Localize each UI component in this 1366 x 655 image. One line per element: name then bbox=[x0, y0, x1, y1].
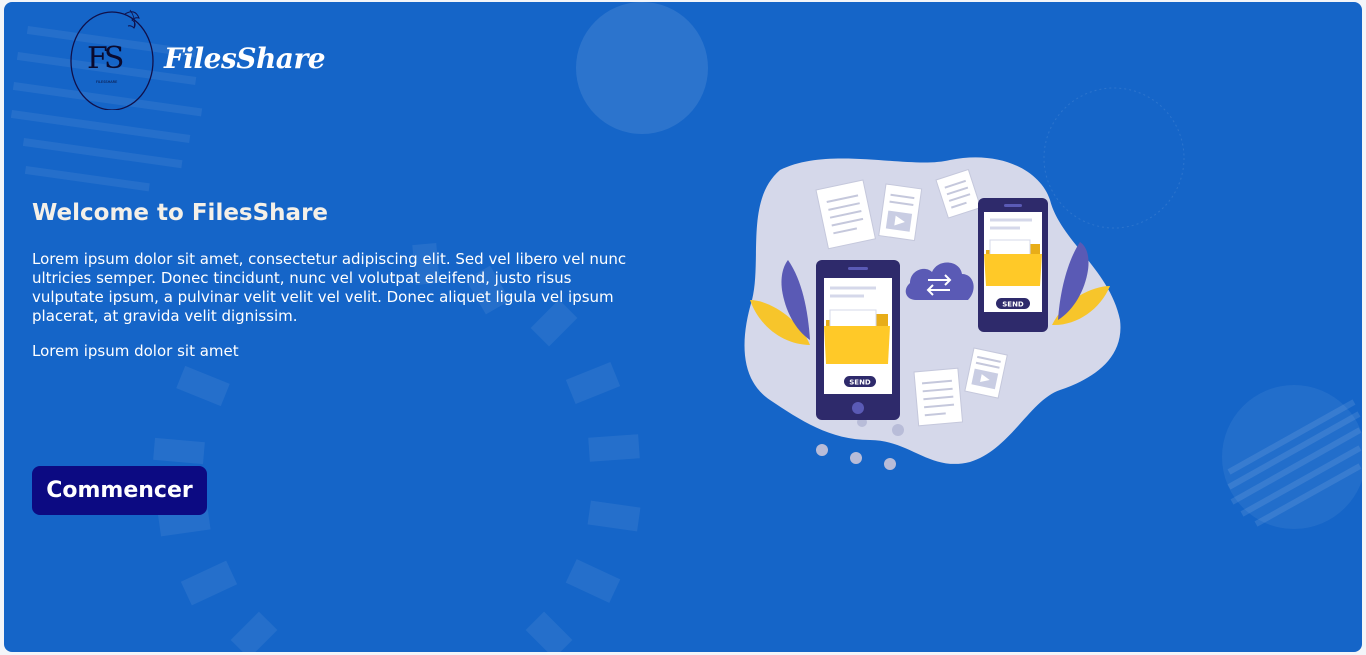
send-label-right: SEND bbox=[1002, 301, 1024, 309]
hero-subtext: Lorem ipsum dolor sit amet bbox=[32, 342, 239, 360]
folder-icon bbox=[824, 309, 890, 364]
brand-name[interactable]: FilesShare bbox=[164, 42, 326, 75]
logo[interactable]: FS FILESSHARE bbox=[70, 6, 158, 111]
document-icon bbox=[913, 367, 964, 427]
phone-left: SEND bbox=[816, 260, 900, 420]
phone-right: SEND bbox=[978, 198, 1048, 332]
hero-title: Welcome to FilesShare bbox=[32, 200, 329, 226]
hero-card: FS FILESSHARE FilesShare Welcome to File… bbox=[4, 2, 1362, 652]
logo-letters: FS bbox=[87, 41, 123, 76]
folder-icon bbox=[984, 239, 1042, 286]
background-decoration bbox=[10, 2, 1362, 652]
video-file-icon bbox=[878, 183, 923, 242]
start-button[interactable]: Commencer bbox=[32, 466, 207, 515]
deco-circle bbox=[576, 2, 708, 134]
send-label-left: SEND bbox=[849, 379, 871, 387]
hero-paragraph: Lorem ipsum dolor sit amet, consectetur … bbox=[32, 250, 627, 325]
logo-subtext: FILESSHARE bbox=[96, 80, 117, 84]
file-sharing-illustration: SEND SEND bbox=[744, 157, 1121, 470]
